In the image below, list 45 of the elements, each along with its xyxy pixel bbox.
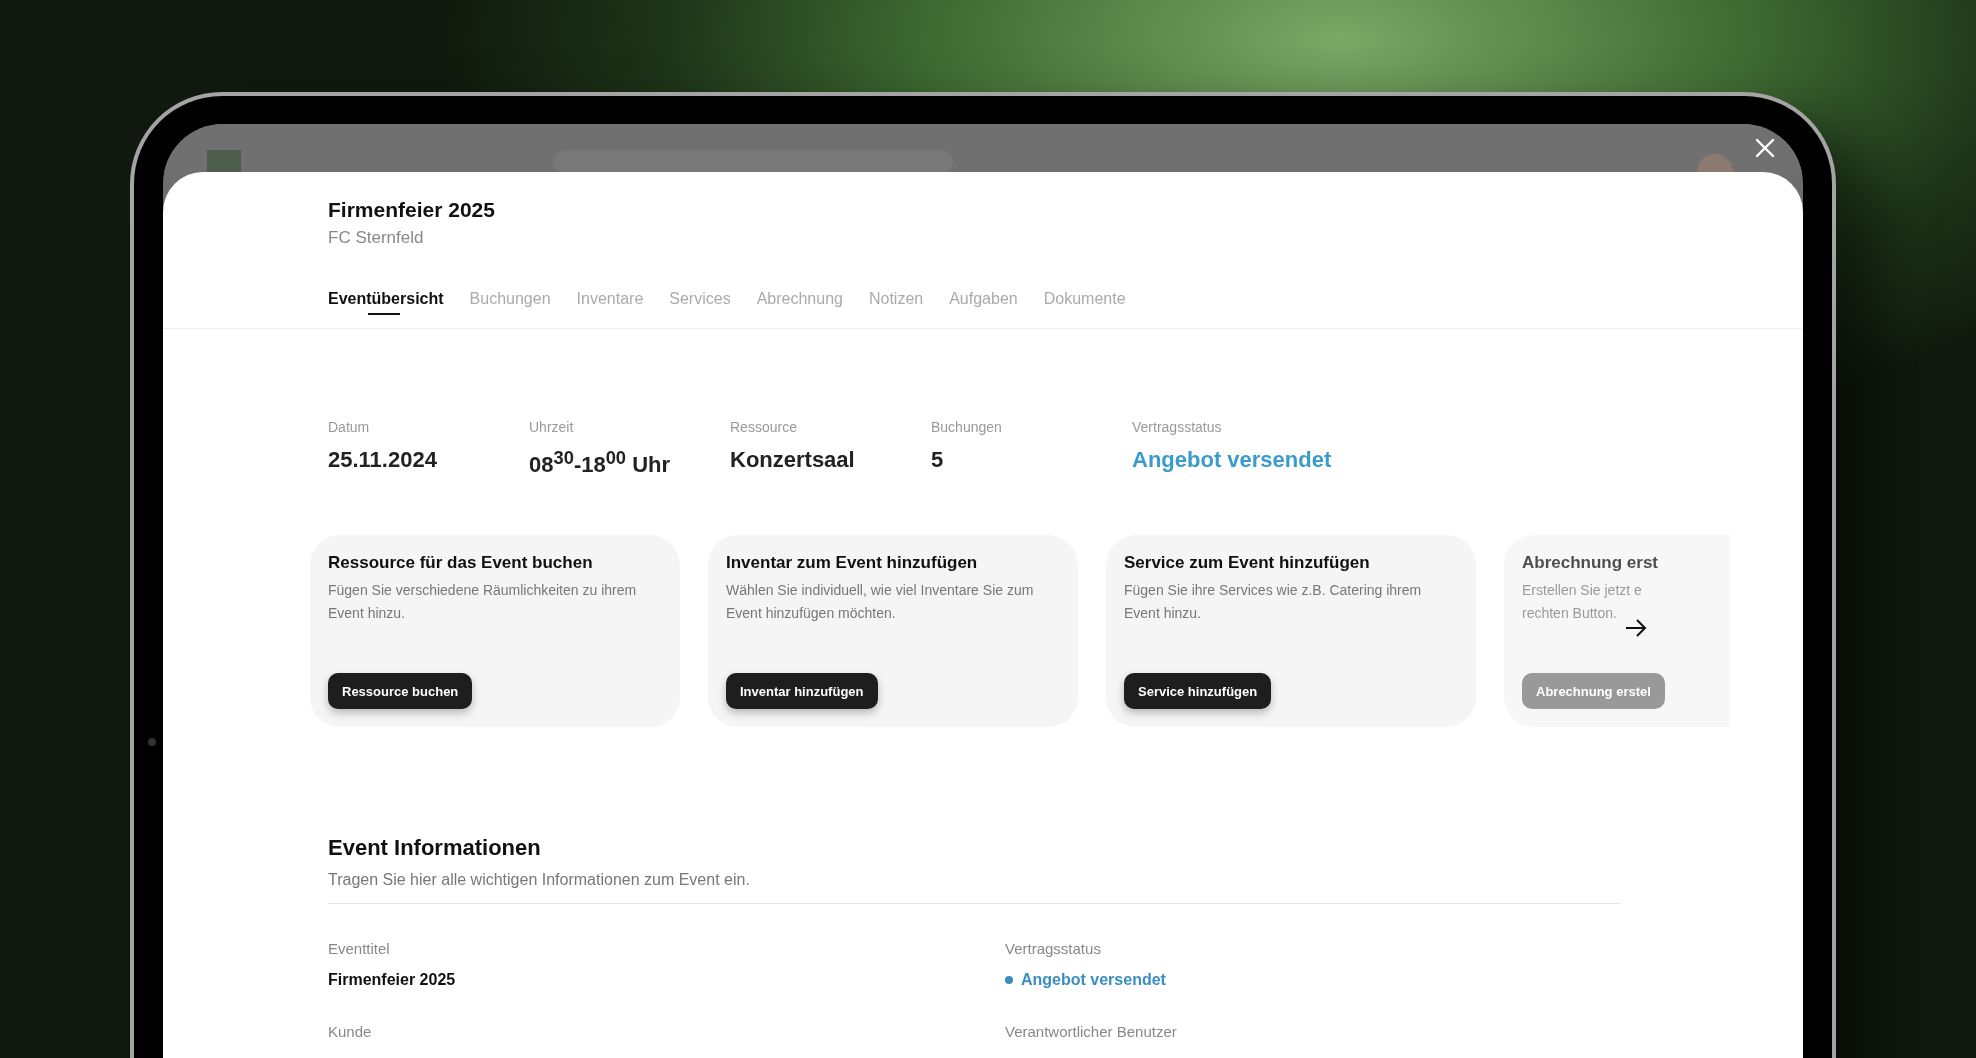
field-label: Verantwortlicher Benutzer <box>1005 1023 1178 1041</box>
card-title: Inventar zum Event hinzufügen <box>726 553 979 574</box>
tab[interactable]: Services <box>669 290 731 328</box>
card-description: Wählen Sie individuell, wie viel Inventare Sie zum Event hinzufügen möchten. <box>726 581 1035 624</box>
card-title: Abrechnung erst <box>1522 553 1660 574</box>
arrow-right-icon[interactable] <box>1625 619 1647 638</box>
stat-label: Vertragsstatus <box>1132 419 1223 435</box>
stat-value: Konzertsaal <box>730 447 856 473</box>
tab[interactable]: Notizen <box>868 290 924 328</box>
field-label: Kunde <box>328 1023 373 1041</box>
stat-label: Datum <box>328 419 371 435</box>
tab[interactable]: Aufgaben <box>949 290 1018 328</box>
field-value: Angebot versendet <box>1021 971 1166 990</box>
card-description: Fügen Sie ihre Services wie z.B. Catering ihrem Event hinzu. <box>1124 581 1423 624</box>
camera-dot <box>148 738 156 746</box>
section-title: Event Informationen <box>328 835 542 862</box>
tab[interactable]: Inventare <box>576 290 644 328</box>
card-description: Fügen Sie verschiedene Räumlichkeiten zu ihrem Event hinzu. <box>328 581 638 624</box>
tab[interactable]: Buchungen <box>469 290 551 328</box>
card-description: Erstellen Sie jetzt e rechten Button. <box>1522 581 1643 624</box>
card-button[interactable]: Abrechnung erstel <box>1522 673 1665 710</box>
card-title: Service zum Event hinzufügen <box>1124 553 1371 574</box>
tab[interactable]: Abrechnung <box>756 290 843 328</box>
card-button[interactable]: Service hinzufügen <box>1124 673 1272 710</box>
event-subtitle: FC Sternfeld <box>328 228 425 248</box>
card-button[interactable]: Ressource buchen <box>328 673 473 710</box>
field-label: Eventtitel <box>328 940 391 958</box>
logo-icon <box>207 150 241 172</box>
tab[interactable]: Eventübersicht <box>328 290 444 328</box>
tab[interactable]: Dokumente <box>1043 290 1126 328</box>
status-dot <box>1005 976 1013 985</box>
stat-label: Buchungen <box>931 419 1003 435</box>
close-icon[interactable] <box>1755 138 1775 158</box>
card-button[interactable]: Inventar hinzufügen <box>726 673 878 710</box>
field-value: Firmenfeier 2025 <box>328 971 457 990</box>
stat-label: Ressource <box>730 419 798 435</box>
card-title: Ressource für das Event buchen <box>328 553 594 574</box>
event-title: Firmenfeier 2025 <box>328 198 496 222</box>
stat-label: Uhrzeit <box>529 419 575 435</box>
field-label: Vertragsstatus <box>1005 940 1102 958</box>
stat-value: 25.11.2024 <box>328 447 438 473</box>
stat-value: Angebot versendet <box>1132 447 1333 473</box>
stat-value: 5 <box>931 447 945 473</box>
stat-value: 08$^{30}$-18$^{00}$ Uhr <box>529 447 672 479</box>
section-description: Tragen Sie hier alle wichtigen Informationen zum Event ein. <box>328 871 751 890</box>
